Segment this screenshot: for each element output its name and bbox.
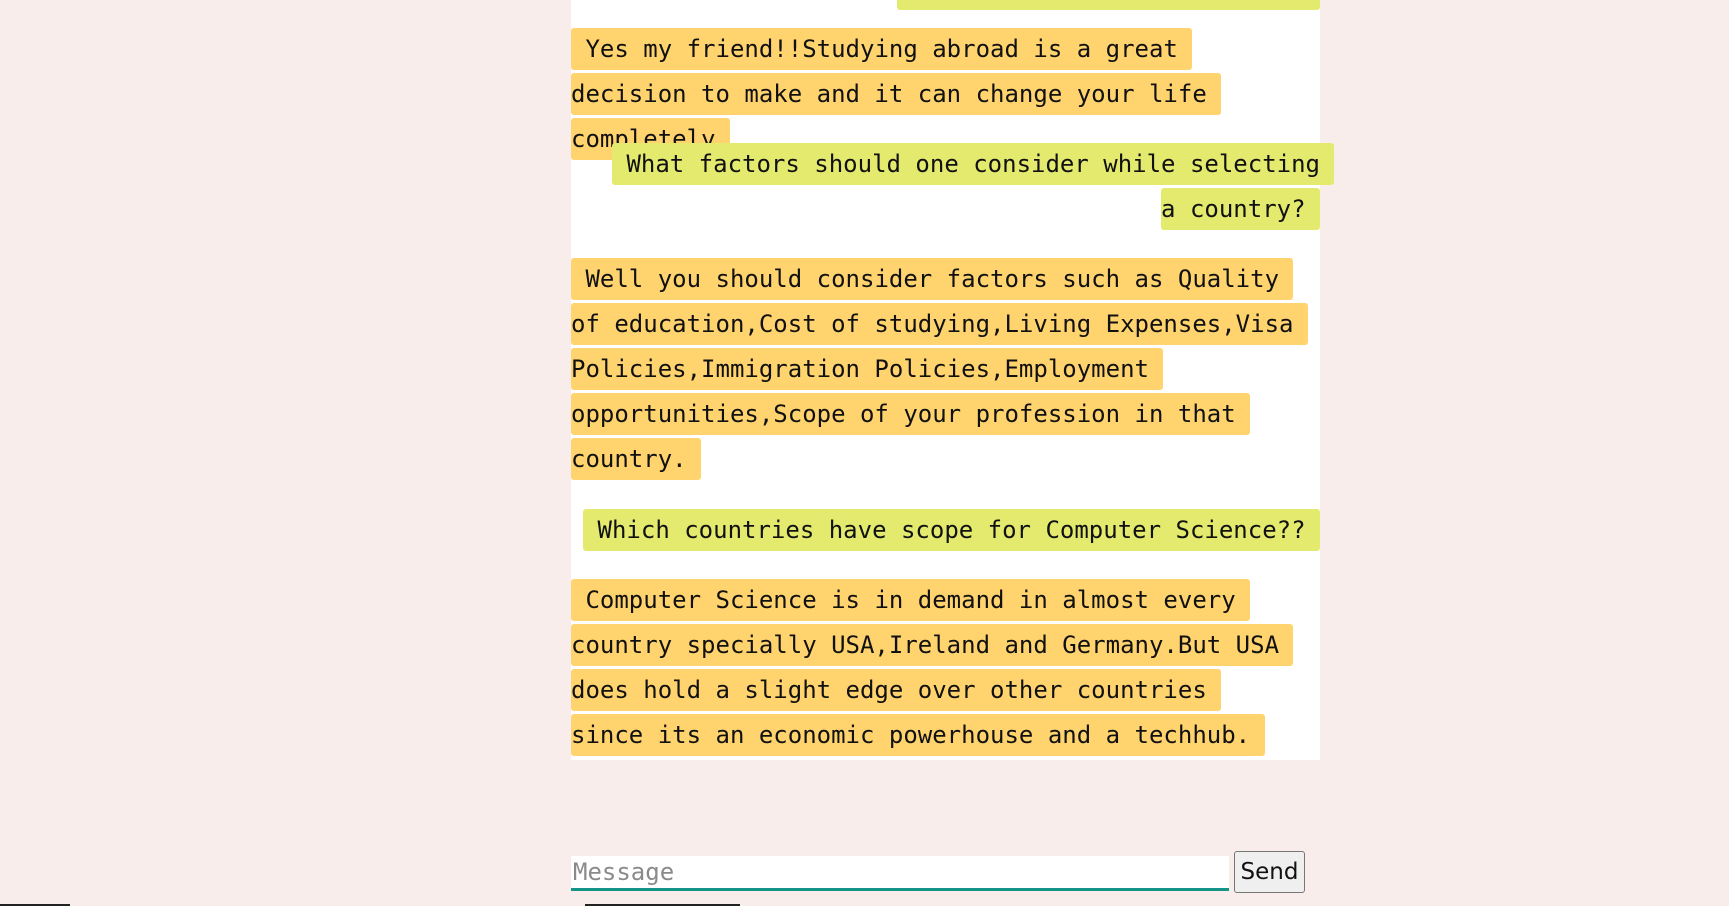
bot-message-text: Yes my friend!!Studying abroad is a grea… [571, 28, 1222, 160]
user-message-text: Which countries have scope for Computer … [583, 509, 1320, 551]
previous-user-message-edge [897, 0, 1320, 10]
user-message: Which countries have scope for Computer … [580, 508, 1320, 553]
user-message: What factors should one consider while s… [600, 142, 1335, 232]
message-input[interactable] [571, 856, 1229, 891]
bot-message: Well you should consider factors such as… [571, 257, 1308, 482]
user-message-text: What factors should one consider while s… [611, 143, 1335, 230]
send-button[interactable]: Send [1234, 851, 1305, 893]
bot-message-text: Well you should consider factors such as… [571, 258, 1308, 480]
bot-message-text: Computer Science is in demand in almost … [571, 579, 1294, 756]
bot-message: Computer Science is in demand in almost … [571, 578, 1294, 758]
